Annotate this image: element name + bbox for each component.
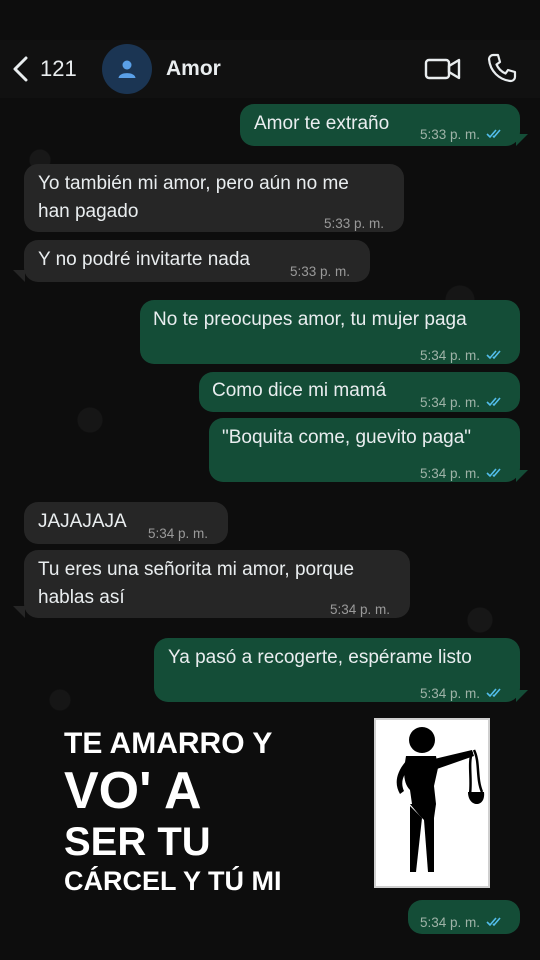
message-time: 5:34 p. m. [148, 526, 209, 541]
read-ticks-icon [486, 389, 504, 417]
sticker-image[interactable] [374, 718, 490, 888]
message-text: JAJAJAJA [38, 511, 127, 532]
message-time: 5:33 p. m. [420, 127, 481, 142]
voice-call-button[interactable] [486, 52, 518, 84]
message-text: han pagado [38, 201, 139, 222]
message-bubble-outgoing[interactable]: Como dice mi mamá 5:34 p. m. [199, 372, 520, 412]
contact-name[interactable]: Amor [166, 57, 221, 81]
sticker-message[interactable]: TE AMARRO Y VO' A SER TU CÁRCEL Y TÚ MI [64, 726, 282, 898]
message-bubble-outgoing[interactable]: "Boquita come, guevito paga" 5:34 p. m. [209, 418, 520, 482]
message-bubble-outgoing[interactable]: No te preocupes amor, tu mujer paga 5:34… [140, 300, 520, 364]
back-chevron-icon [13, 56, 28, 82]
message-bubble-incoming[interactable]: Y no podré invitarte nada 5:33 p. m. [24, 240, 370, 282]
message-bubble-incoming[interactable]: Tu eres una señorita mi amor, porque hab… [24, 550, 410, 618]
message-time: 5:33 p. m. [324, 216, 385, 231]
message-meta: 5:34 p. m. [420, 342, 504, 370]
avatar[interactable] [102, 44, 152, 94]
read-ticks-icon [486, 121, 504, 149]
chat-header: 121 Amor [0, 40, 540, 98]
bubble-tail [13, 270, 25, 282]
message-meta: 5:34 p. m. [420, 389, 504, 417]
message-bubble-incoming[interactable]: Yo también mi amor, pero aún no me han p… [24, 164, 404, 232]
message-text: No te preocupes amor, tu mujer paga [153, 309, 467, 330]
phone-icon [487, 53, 517, 83]
message-meta: 5:34 p. m. [420, 680, 504, 708]
video-call-button[interactable] [424, 55, 462, 83]
message-text: "Boquita come, guevito paga" [222, 427, 472, 448]
message-meta: 5:33 p. m. [420, 121, 504, 149]
sticker-line: TE AMARRO Y [64, 727, 273, 760]
read-ticks-icon [486, 460, 504, 488]
sticker-line: VO' A [64, 762, 202, 820]
message-time: 5:33 p. m. [290, 264, 351, 279]
message-text: Ya pasó a recogerte, espérame listo [168, 647, 472, 668]
message-text: Amor te extraño [254, 113, 390, 134]
bubble-tail [516, 134, 528, 146]
sticker-line: SER TU [64, 820, 211, 864]
message-text: hablas así [38, 587, 125, 608]
message-time: 5:34 p. m. [420, 348, 481, 363]
video-camera-icon [424, 58, 461, 80]
message-meta: 5:34 p. m. [420, 909, 504, 937]
unread-count: 121 [40, 56, 77, 81]
back-button[interactable]: 121 [12, 54, 77, 84]
message-time: 5:34 p. m. [420, 686, 481, 701]
sticker-line: CÁRCEL Y TÚ MI [64, 866, 282, 896]
bubble-tail [516, 470, 528, 482]
message-bubble-outgoing[interactable]: 5:34 p. m. [408, 900, 520, 934]
read-ticks-icon [486, 342, 504, 370]
read-ticks-icon [486, 909, 504, 937]
message-bubble-incoming[interactable]: JAJAJAJA 5:34 p. m. [24, 502, 228, 544]
message-time: 5:34 p. m. [420, 395, 481, 410]
read-ticks-icon [486, 680, 504, 708]
message-bubble-outgoing[interactable]: Amor te extraño 5:33 p. m. [240, 104, 520, 146]
woman-holding-bra-icon [396, 727, 485, 872]
message-time: 5:34 p. m. [420, 466, 481, 481]
message-time: 5:34 p. m. [330, 602, 391, 617]
message-meta: 5:34 p. m. [420, 460, 504, 488]
message-time: 5:34 p. m. [420, 915, 481, 930]
bubble-tail [13, 606, 25, 618]
bubble-tail [516, 690, 528, 702]
message-text: Como dice mi mamá [212, 380, 387, 401]
message-text: Tu eres una señorita mi amor, porque [38, 559, 355, 580]
message-bubble-outgoing[interactable]: Ya pasó a recogerte, espérame listo 5:34… [154, 638, 520, 702]
message-text: Yo también mi amor, pero aún no me [38, 173, 349, 194]
person-icon [118, 60, 136, 78]
message-text: Y no podré invitarte nada [38, 249, 250, 270]
